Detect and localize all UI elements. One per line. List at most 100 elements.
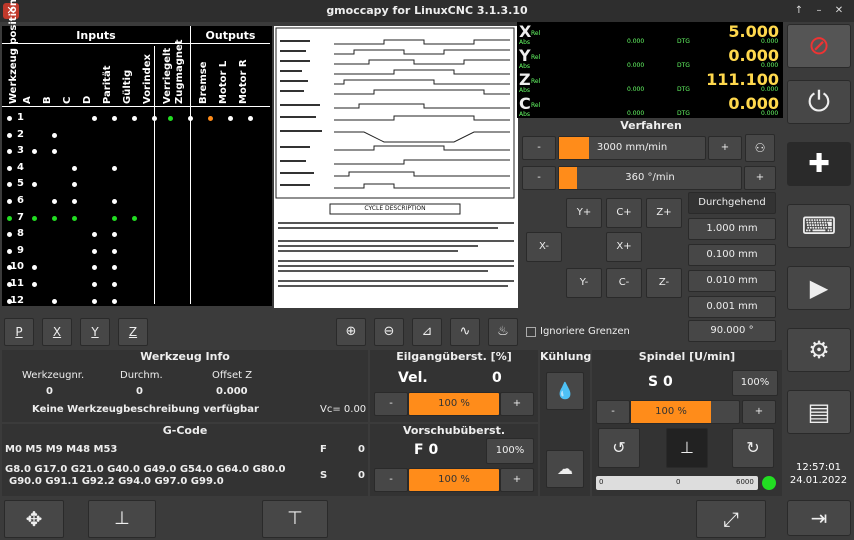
jog-angular-value: 360 °/min <box>625 172 675 183</box>
io-column-5: Parität <box>102 65 113 104</box>
active-mcodes: M0 M5 M9 M48 M53 <box>5 444 118 455</box>
spindle-reset-button[interactable]: 100% <box>732 370 778 396</box>
io-state-dot <box>32 215 37 221</box>
io-state-dot <box>72 182 77 188</box>
increment-0001-button[interactable]: 0.001 mm <box>688 296 776 318</box>
dro-row-z[interactable]: Z Rel Abs 0.000 DTG 0.000 111.100 <box>517 70 783 94</box>
jog-x-minus-button[interactable]: X- <box>526 232 562 262</box>
clear-plot-icon[interactable]: ♨ <box>488 318 518 346</box>
jog-speed-value: 3000 mm/min <box>596 142 668 153</box>
window-up-icon[interactable]: ↑ <box>791 3 807 19</box>
dro-row-y[interactable]: Y Rel Abs 0.000 DTG 0.000 0.000 <box>517 46 783 70</box>
exit-icon[interactable]: ⇥ <box>787 500 851 536</box>
io-column-0: Werkzeug position <box>8 0 19 104</box>
io-state-dot <box>52 298 57 304</box>
jog-y-plus-button[interactable]: Y+ <box>566 198 602 228</box>
io-row-number: 4 <box>17 161 24 173</box>
angular-increment-button[interactable]: 90.000 ° <box>688 320 776 342</box>
estop-icon[interactable]: ⊘ <box>787 24 851 68</box>
fullscreen-icon[interactable]: ⤢ <box>696 500 766 538</box>
continuous-jog-button[interactable]: Durchgehend <box>688 192 776 214</box>
io-state-dot <box>92 232 97 238</box>
tool-change-icon[interactable]: ⊤ <box>262 500 328 538</box>
window-minimize-icon[interactable]: – <box>811 3 827 19</box>
right-sidebar: ⊘ ⏻ ✚ ⌨ ▶ ⚙ ▤ 12:57:01 24.01.2022 ⇥ <box>783 22 854 540</box>
zoom-out-icon[interactable]: ⊖ <box>374 318 404 346</box>
window-close-icon[interactable]: ✕ <box>831 3 847 19</box>
spindle-ccw-icon[interactable]: ↺ <box>598 428 640 468</box>
spindle-minus-button[interactable]: - <box>596 400 630 424</box>
jog-speed-minus-button[interactable]: - <box>522 136 556 160</box>
view-z-button[interactable]: Z <box>118 318 148 346</box>
jog-speed-plus-button[interactable]: + <box>708 136 742 160</box>
flood-coolant-icon[interactable]: 💧 <box>546 372 584 410</box>
ignore-limits-checkbox[interactable] <box>526 327 536 337</box>
feed-override-slider[interactable]: 100 % <box>408 468 500 492</box>
dro-row-x[interactable]: X Rel Abs 0.000 DTG 0.000 5.000 <box>517 22 783 46</box>
view-y-button[interactable]: Y <box>80 318 110 346</box>
io-state-dot <box>7 282 12 287</box>
feed-minus-button[interactable]: - <box>374 468 408 492</box>
feed-plus-button[interactable]: + <box>500 468 534 492</box>
increment-1-button[interactable]: 1.000 mm <box>688 218 776 240</box>
dro-row-c[interactable]: C Rel Abs 0.000 DTG 0.000 0.000 <box>517 94 783 118</box>
spindle-override-slider[interactable]: 100 % <box>630 400 740 424</box>
io-state-dot <box>52 132 57 138</box>
machine-power-icon[interactable]: ⏻ <box>787 80 851 124</box>
touch-off-icon[interactable]: ⊥ <box>88 500 156 538</box>
dro-rel-value: 111.100 <box>706 70 779 89</box>
auto-mode-icon[interactable]: ▶ <box>787 266 851 310</box>
jog-angular-plus-button[interactable]: + <box>744 166 776 190</box>
jog-z-minus-button[interactable]: Z- <box>646 268 682 298</box>
spindle-plus-button[interactable]: + <box>742 400 776 424</box>
settings-icon[interactable]: ⚙ <box>787 328 851 372</box>
dro-dtg-label: DTG <box>677 38 690 45</box>
jog-speed-slider[interactable]: 3000 mm/min <box>558 136 706 160</box>
mist-coolant-icon[interactable]: ☁ <box>546 450 584 488</box>
rapid-plus-button[interactable]: + <box>500 392 534 416</box>
increment-01-button[interactable]: 0.100 mm <box>688 244 776 266</box>
io-row-number: 2 <box>17 128 24 140</box>
jog-x-plus-button[interactable]: X+ <box>606 232 642 262</box>
user-tabs-icon[interactable]: ▤ <box>787 390 851 434</box>
io-state-dot <box>32 182 37 188</box>
cycle-diagram-view: CYCLE DESCRIPTION <box>274 26 518 308</box>
jog-c-plus-button[interactable]: C+ <box>606 198 642 228</box>
jog-y-minus-button[interactable]: Y- <box>566 268 602 298</box>
increment-001-button[interactable]: 0.010 mm <box>688 270 776 292</box>
manual-mode-icon[interactable]: ✚ <box>787 142 851 186</box>
view-x-button[interactable]: X <box>42 318 72 346</box>
jog-angular-slider[interactable]: 360 °/min <box>558 166 742 190</box>
io-column-8: Verriegelt <box>162 47 173 104</box>
io-state-dot <box>32 282 37 287</box>
io-state-dot <box>112 265 117 271</box>
tool-number-label: Werkzeugnr. <box>22 370 85 381</box>
dimensions-icon[interactable]: ⊿ <box>412 318 442 346</box>
dro-dtg-label: DTG <box>677 86 690 93</box>
spindle-at-speed-led <box>762 476 776 490</box>
home-axes-icon[interactable]: ✥ <box>4 500 64 538</box>
spindle-stop-icon[interactable]: ⊥ <box>666 428 708 468</box>
jog-c-minus-button[interactable]: C- <box>606 268 642 298</box>
zoom-in-icon[interactable]: ⊕ <box>336 318 366 346</box>
view-p-button[interactable]: P <box>4 318 34 346</box>
mdi-mode-icon[interactable]: ⌨ <box>787 204 851 248</box>
io-column-6: Gültig <box>122 69 133 104</box>
dro-rel-label: Rel <box>531 54 541 61</box>
rapid-override-slider[interactable]: 100 % <box>408 392 500 416</box>
io-state-dot <box>168 116 173 121</box>
active-gcodes-1: G8.0 G17.0 G21.0 G40.0 G49.0 G54.0 G64.0… <box>5 464 286 475</box>
jog-title: Verfahren <box>620 119 682 132</box>
feed-reset-button[interactable]: 100% <box>486 438 534 464</box>
spindle-cw-icon[interactable]: ↻ <box>732 428 774 468</box>
feed-value: 0 <box>358 444 365 455</box>
jog-angular-minus-button[interactable]: - <box>522 166 556 190</box>
toolpath-icon[interactable]: ∿ <box>450 318 480 346</box>
io-state-dot <box>92 248 97 254</box>
feed-override-title: Vorschubüberst. <box>402 424 506 437</box>
rapid-minus-button[interactable]: - <box>374 392 408 416</box>
io-state-dot <box>92 298 97 304</box>
jog-z-plus-button[interactable]: Z+ <box>646 198 682 228</box>
jog-mode-icon[interactable]: ⚇ <box>745 134 775 162</box>
io-state-dot <box>112 248 117 254</box>
